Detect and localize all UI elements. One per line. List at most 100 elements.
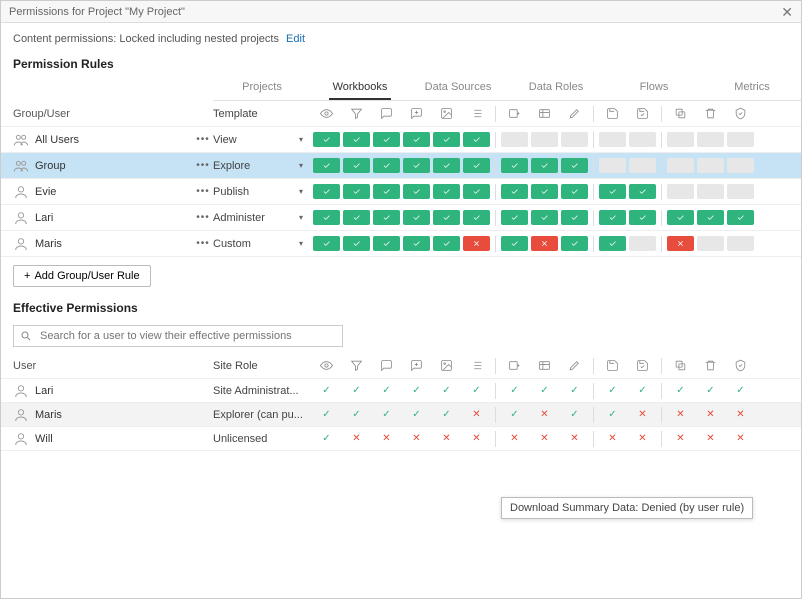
- perm-cell[interactable]: [697, 132, 724, 147]
- perm-cell[interactable]: [501, 236, 528, 251]
- perm-cell[interactable]: [403, 158, 430, 173]
- perm-cell[interactable]: [629, 158, 656, 173]
- perm-cell[interactable]: [313, 210, 340, 225]
- perm-cell[interactable]: [343, 184, 370, 199]
- perm-cell[interactable]: [433, 210, 460, 225]
- eff-cell: ✕: [727, 409, 754, 420]
- perm-cell[interactable]: [697, 236, 724, 251]
- perm-cell[interactable]: [313, 236, 340, 251]
- perm-cell[interactable]: [629, 236, 656, 251]
- perm-cell[interactable]: [697, 210, 724, 225]
- perm-cell[interactable]: [501, 158, 528, 173]
- template-dropdown[interactable]: Publish▾: [213, 186, 303, 198]
- effective-row[interactable]: MarisExplorer (can pu...✓✓✓✓✓✕✓✕✓✓✕✕✕✕: [1, 403, 801, 427]
- rule-menu-button[interactable]: •••: [193, 135, 213, 145]
- perm-cell[interactable]: [561, 158, 588, 173]
- perm-cell[interactable]: [561, 236, 588, 251]
- perm-cell[interactable]: [403, 132, 430, 147]
- perm-cell[interactable]: [667, 236, 694, 251]
- perm-cell[interactable]: [403, 184, 430, 199]
- rule-row[interactable]: Lari•••Administer▾: [1, 205, 801, 231]
- add-group-user-rule-button[interactable]: + Add Group/User Rule: [13, 265, 151, 287]
- effective-row[interactable]: WillUnlicensed✓✕✕✕✕✕✕✕✕✕✕✕✕✕: [1, 427, 801, 451]
- perm-cell[interactable]: [599, 236, 626, 251]
- perm-cell[interactable]: [727, 210, 754, 225]
- perm-cell[interactable]: [561, 210, 588, 225]
- close-icon[interactable]: ✕: [781, 5, 793, 19]
- perm-cell[interactable]: [463, 132, 490, 147]
- perm-cell[interactable]: [343, 236, 370, 251]
- tab-projects[interactable]: Projects: [213, 75, 311, 100]
- perm-cell[interactable]: [501, 210, 528, 225]
- perm-cell[interactable]: [433, 158, 460, 173]
- perm-cell[interactable]: [599, 132, 626, 147]
- perm-cell[interactable]: [667, 158, 694, 173]
- perm-cell[interactable]: [403, 210, 430, 225]
- search-input[interactable]: [38, 329, 336, 343]
- perm-cell[interactable]: [373, 158, 400, 173]
- perm-cell[interactable]: [667, 184, 694, 199]
- tab-metrics[interactable]: Metrics: [703, 75, 801, 100]
- perm-cell[interactable]: [373, 236, 400, 251]
- rule-menu-button[interactable]: •••: [193, 161, 213, 171]
- perm-cell[interactable]: [629, 184, 656, 199]
- perm-cell[interactable]: [313, 158, 340, 173]
- perm-cell[interactable]: [501, 132, 528, 147]
- perm-cell[interactable]: [313, 132, 340, 147]
- perm-cell[interactable]: [403, 236, 430, 251]
- perm-cell[interactable]: [463, 236, 490, 251]
- perm-cell[interactable]: [697, 158, 724, 173]
- perm-cell[interactable]: [531, 132, 558, 147]
- tab-flows[interactable]: Flows: [605, 75, 703, 100]
- perm-cell[interactable]: [433, 184, 460, 199]
- perm-cell[interactable]: [727, 158, 754, 173]
- rule-row[interactable]: Maris•••Custom▾: [1, 231, 801, 257]
- perm-cell[interactable]: [373, 132, 400, 147]
- perm-cell[interactable]: [433, 236, 460, 251]
- rule-menu-button[interactable]: •••: [193, 239, 213, 249]
- template-dropdown[interactable]: Custom▾: [213, 238, 303, 250]
- perm-cell[interactable]: [531, 184, 558, 199]
- user-search-box[interactable]: [13, 325, 343, 347]
- perm-cell[interactable]: [629, 210, 656, 225]
- perm-cell[interactable]: [313, 184, 340, 199]
- effective-row[interactable]: LariSite Administrat...✓✓✓✓✓✓✓✓✓✓✓✓✓✓: [1, 379, 801, 403]
- perm-cell[interactable]: [463, 184, 490, 199]
- perm-cell[interactable]: [343, 158, 370, 173]
- perm-cell[interactable]: [697, 184, 724, 199]
- perm-cell[interactable]: [343, 210, 370, 225]
- perm-cell[interactable]: [629, 132, 656, 147]
- perm-cell[interactable]: [599, 184, 626, 199]
- perm-cell[interactable]: [531, 210, 558, 225]
- perm-cell[interactable]: [433, 132, 460, 147]
- tab-workbooks[interactable]: Workbooks: [311, 75, 409, 100]
- rule-row[interactable]: Group•••Explore▾: [1, 153, 801, 179]
- perm-cell[interactable]: [727, 132, 754, 147]
- perm-cell[interactable]: [531, 236, 558, 251]
- perm-cell[interactable]: [463, 158, 490, 173]
- template-dropdown[interactable]: Administer▾: [213, 212, 303, 224]
- perm-cell[interactable]: [531, 158, 558, 173]
- perm-cell[interactable]: [343, 132, 370, 147]
- rule-row[interactable]: Evie•••Publish▾: [1, 179, 801, 205]
- tab-data-sources[interactable]: Data Sources: [409, 75, 507, 100]
- perm-cell[interactable]: [561, 132, 588, 147]
- perm-cell[interactable]: [373, 210, 400, 225]
- perm-cell[interactable]: [501, 184, 528, 199]
- rule-menu-button[interactable]: •••: [193, 213, 213, 223]
- perm-cell[interactable]: [599, 210, 626, 225]
- content-permissions-edit-link[interactable]: Edit: [286, 33, 305, 45]
- perm-cell[interactable]: [561, 184, 588, 199]
- perm-cell[interactable]: [463, 210, 490, 225]
- template-dropdown[interactable]: Explore▾: [213, 160, 303, 172]
- perm-cell[interactable]: [727, 236, 754, 251]
- perm-cell[interactable]: [667, 132, 694, 147]
- tab-data-roles[interactable]: Data Roles: [507, 75, 605, 100]
- rule-row[interactable]: All Users•••View▾: [1, 127, 801, 153]
- perm-cell[interactable]: [373, 184, 400, 199]
- perm-cell[interactable]: [727, 184, 754, 199]
- rule-menu-button[interactable]: •••: [193, 187, 213, 197]
- perm-cell[interactable]: [599, 158, 626, 173]
- template-dropdown[interactable]: View▾: [213, 134, 303, 146]
- perm-cell[interactable]: [667, 210, 694, 225]
